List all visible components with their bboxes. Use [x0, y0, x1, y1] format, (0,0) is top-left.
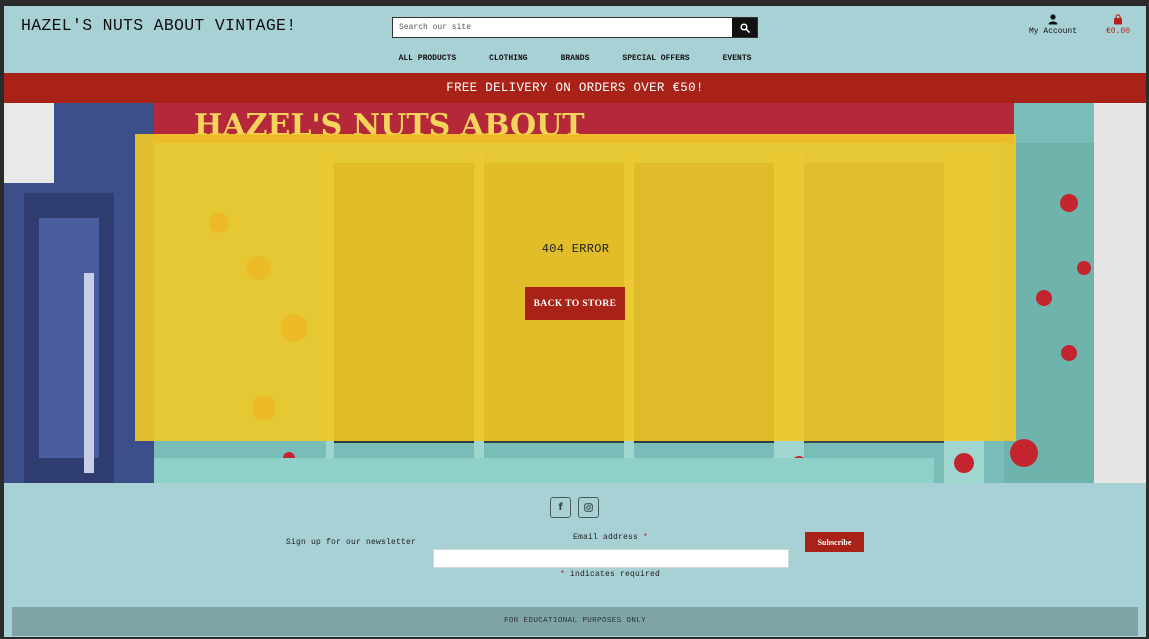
brand-logo[interactable]: HAZEL'S NUTS ABOUT VINTAGE! — [21, 16, 296, 35]
nav-clothing[interactable]: CLOTHING — [473, 51, 544, 67]
search-icon — [739, 22, 750, 33]
main-nav: ALL PRODUCTS CLOTHING BRANDS SPECIAL OFF… — [4, 51, 1146, 67]
site-header: HAZEL'S NUTS ABOUT VINTAGE! My Account — [4, 6, 1146, 73]
site-footer: f Sign up for our newsletter Email addre… — [4, 483, 1146, 637]
search-button[interactable] — [732, 18, 757, 37]
user-icon — [1048, 14, 1058, 25]
cart-link[interactable]: €0.00 — [1102, 14, 1134, 36]
account-label: My Account — [1028, 27, 1077, 36]
search-input[interactable] — [393, 18, 732, 37]
hero-section: HAZEL'S NUTS ABOUT 404 ERROR BACK TO STO… — [4, 103, 1146, 483]
page: HAZEL'S NUTS ABOUT VINTAGE! My Account — [4, 6, 1146, 637]
email-label-text: Email address — [573, 533, 639, 542]
cart-total: €0.00 — [1105, 27, 1130, 36]
nav-brands[interactable]: BRANDS — [544, 51, 606, 67]
newsletter-label: Sign up for our newsletter — [286, 538, 417, 547]
search-form — [392, 17, 758, 38]
nav-all-products[interactable]: ALL PRODUCTS — [382, 51, 473, 67]
error-heading: 404 ERROR — [541, 242, 610, 256]
shopping-bag-icon — [1114, 14, 1122, 25]
delivery-banner: FREE DELIVERY ON ORDERS OVER €50! — [4, 73, 1146, 103]
disclaimer-bar: FOR EDUCATIONAL PURPOSES ONLY — [12, 607, 1138, 636]
email-label: Email address * — [573, 533, 648, 542]
error-panel: 404 ERROR BACK TO STORE — [135, 134, 1016, 441]
required-note-text: indicates required — [570, 570, 661, 579]
required-asterisk: * — [643, 533, 649, 542]
instagram-icon — [584, 503, 593, 512]
required-note: * indicates required — [560, 570, 660, 579]
email-field[interactable] — [433, 549, 789, 568]
required-note-asterisk: * — [560, 570, 566, 579]
subscribe-button[interactable]: Subscribe — [805, 532, 864, 552]
facebook-icon: f — [558, 502, 563, 513]
my-account-link[interactable]: My Account — [1026, 14, 1080, 36]
nav-events[interactable]: EVENTS — [706, 51, 768, 67]
back-to-store-button[interactable]: BACK TO STORE — [525, 287, 625, 320]
facebook-link[interactable]: f — [550, 497, 571, 518]
nav-special-offers[interactable]: SPECIAL OFFERS — [606, 51, 706, 67]
instagram-link[interactable] — [578, 497, 599, 518]
